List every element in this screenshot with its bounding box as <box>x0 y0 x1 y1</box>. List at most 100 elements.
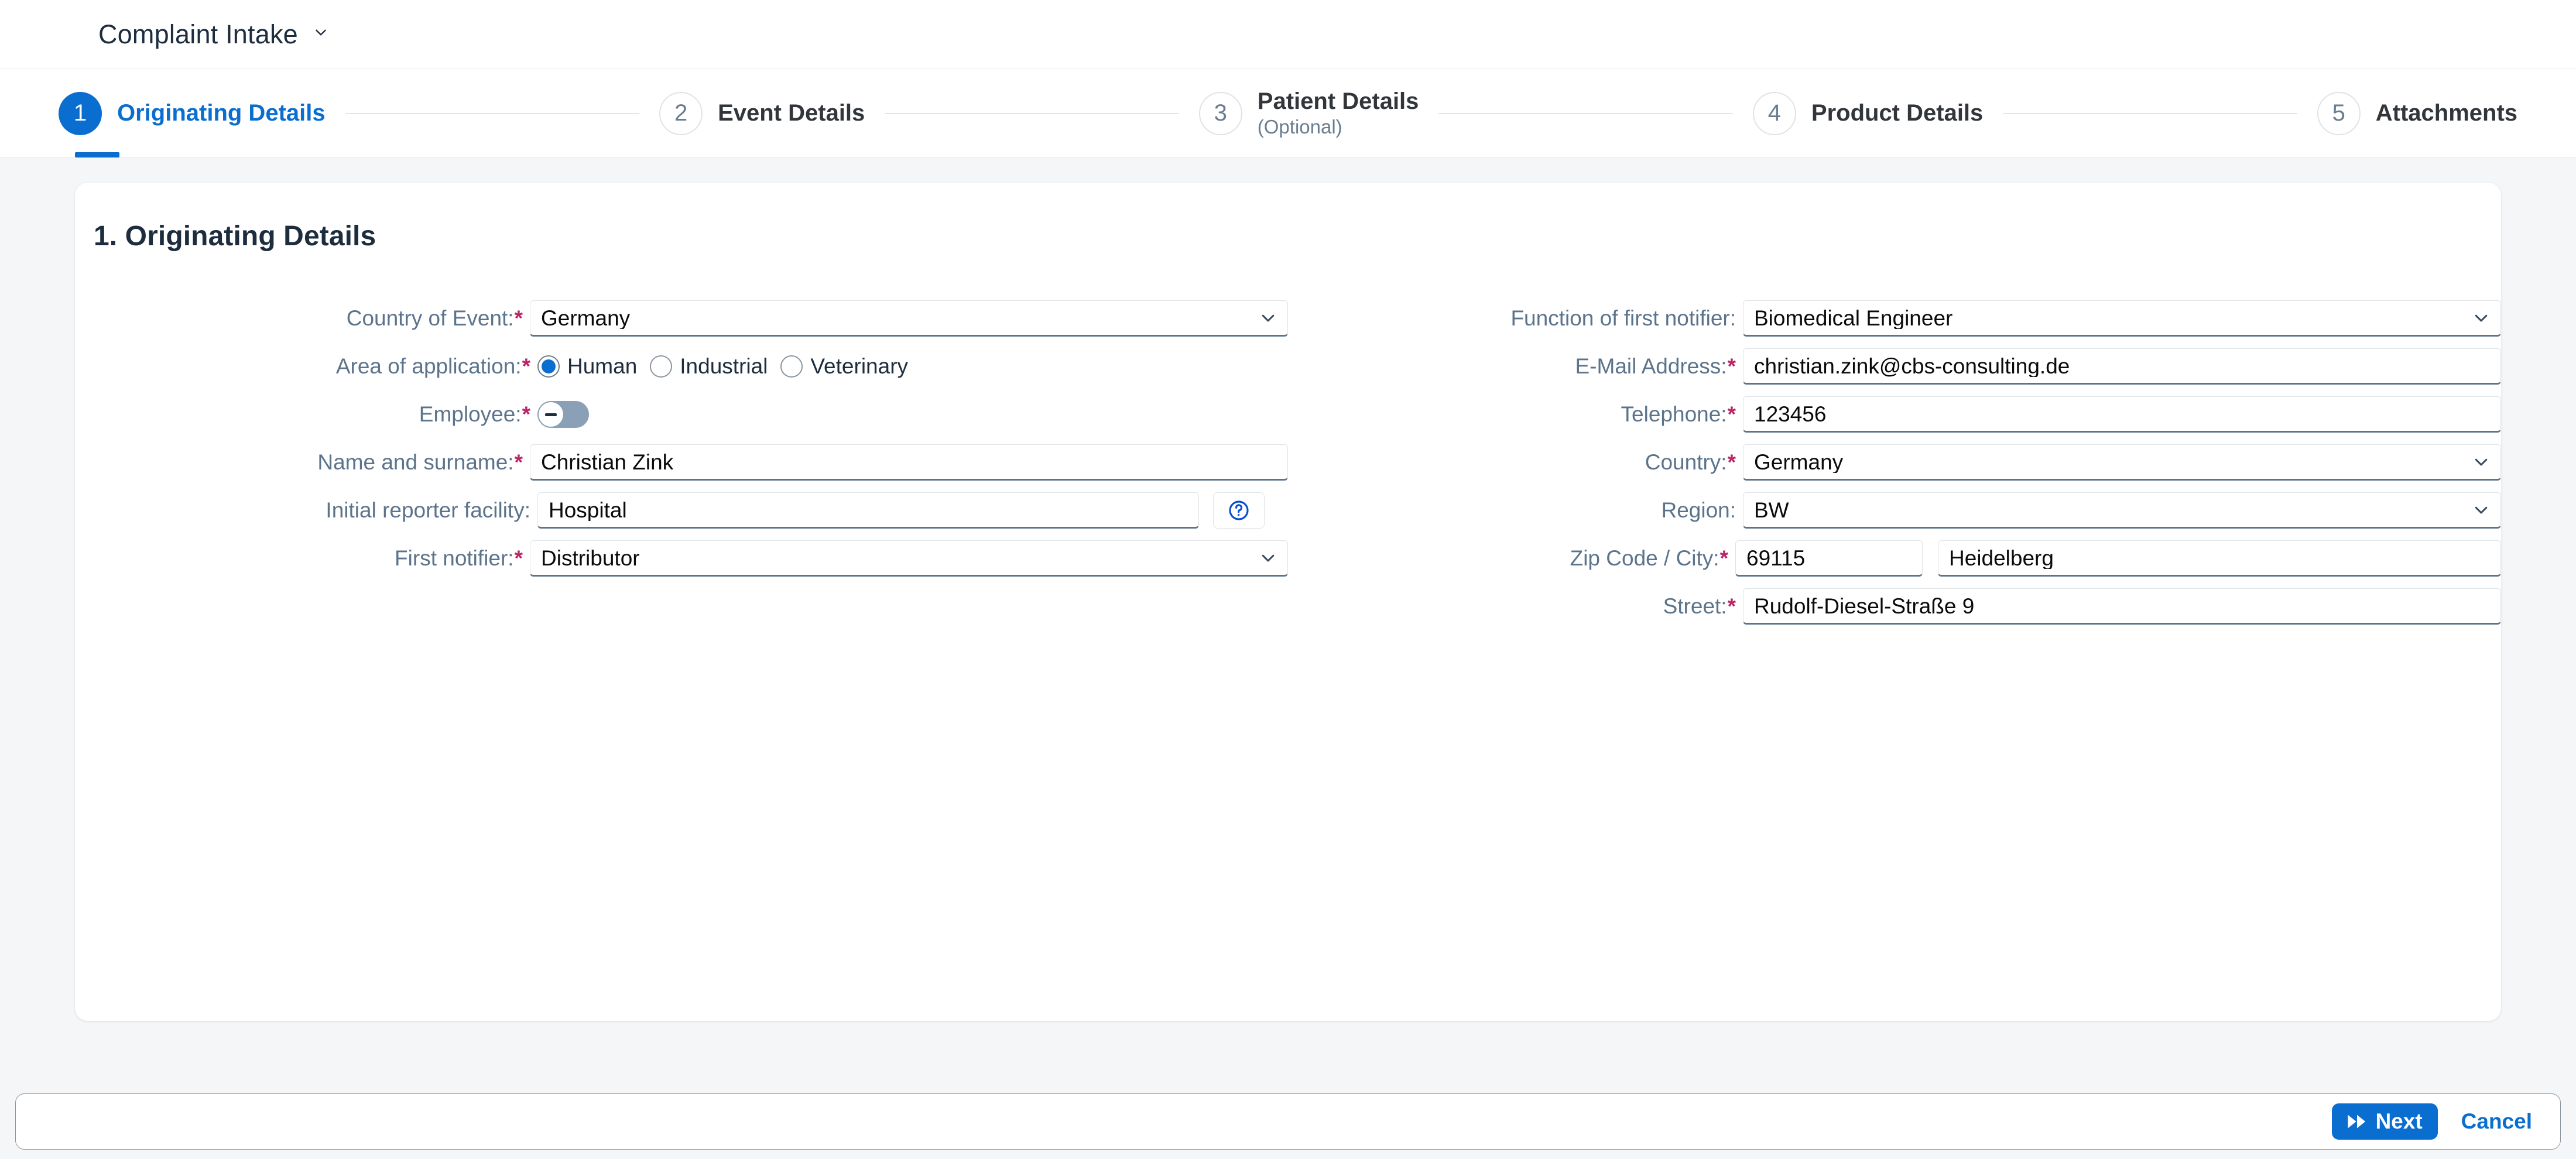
radio-industrial-label: Industrial <box>680 354 768 379</box>
wizard-step-5-number: 5 <box>2317 92 2361 135</box>
country-of-event-select[interactable]: Germany <box>530 300 1288 337</box>
function-of-first-notifier-select[interactable]: Biomedical Engineer <box>1743 300 2501 337</box>
country-select[interactable]: Germany <box>1743 444 2501 481</box>
radio-human-label: Human <box>567 354 637 379</box>
radio-human-dot <box>537 355 560 378</box>
field-row-initial-reporter-facility: Initial reporter facility: Hospital <box>75 486 1288 534</box>
field-row-area-of-application: Area of application:* Human Industrial <box>75 342 1288 390</box>
wizard-connector-1 <box>345 113 639 114</box>
wizard-step-1-number: 1 <box>59 92 102 135</box>
first-notifier-label: First notifier:* <box>75 546 530 571</box>
zip-code-value: 69115 <box>1746 547 1805 569</box>
next-button[interactable]: Next <box>2332 1103 2437 1140</box>
wizard-active-indicator <box>75 152 119 157</box>
wizard-step-5[interactable]: 5 Attachments <box>2317 69 2517 158</box>
wizard-footer-bar: Next Cancel <box>15 1093 2561 1150</box>
telephone-label: Telephone:* <box>1288 402 1743 427</box>
required-asterisk: * <box>1728 402 1736 426</box>
street-label: Street:* <box>1288 594 1743 619</box>
employee-toggle-switch[interactable] <box>537 401 589 428</box>
field-row-street: Street:* Rudolf-Diesel-Straße 9 <box>1288 582 2501 630</box>
required-asterisk: * <box>522 354 530 378</box>
country-of-event-value: Germany <box>541 307 630 329</box>
field-row-first-notifier: First notifier:* Distributor <box>75 534 1288 582</box>
radio-veterinary-label: Veterinary <box>810 354 908 379</box>
initial-reporter-facility-input[interactable]: Hospital <box>537 492 1199 529</box>
country-of-event-label: Country of Event:* <box>75 306 530 331</box>
required-asterisk: * <box>1728 450 1736 474</box>
region-select[interactable]: BW <box>1743 492 2501 529</box>
required-asterisk: * <box>1728 594 1736 618</box>
first-notifier-value: Distributor <box>541 547 640 569</box>
fast-forward-icon <box>2347 1113 2367 1130</box>
radio-veterinary-dot <box>780 355 803 378</box>
required-asterisk: * <box>522 402 530 426</box>
country-value: Germany <box>1754 451 1843 473</box>
chevron-down-icon[interactable] <box>1259 309 1277 327</box>
app-title-button[interactable]: Complaint Intake <box>98 19 328 50</box>
required-asterisk: * <box>515 450 523 474</box>
form-column-right: Function of first notifier: Biomedical E… <box>1288 294 2501 630</box>
wizard-step-2[interactable]: 2 Event Details <box>659 69 865 158</box>
zip-code-input[interactable]: 69115 <box>1735 540 1923 577</box>
wizard-connector-2 <box>885 113 1179 114</box>
chevron-down-icon[interactable] <box>1259 549 1277 567</box>
initial-reporter-facility-help-button[interactable] <box>1213 492 1265 529</box>
city-input[interactable]: Heidelberg <box>1938 540 2501 577</box>
function-of-first-notifier-value: Biomedical Engineer <box>1754 307 1952 329</box>
wizard-step-5-label: Attachments <box>2376 100 2517 126</box>
wizard-step-4[interactable]: 4 Product Details <box>1753 69 1983 158</box>
initial-reporter-facility-value: Hospital <box>549 499 627 521</box>
function-of-first-notifier-label: Function of first notifier: <box>1288 306 1743 331</box>
wizard-connector-4 <box>2003 113 2297 114</box>
field-row-country-of-event: Country of Event:* Germany <box>75 294 1288 342</box>
app-header: Complaint Intake <box>0 0 2576 69</box>
wizard-step-3[interactable]: 3 Patient Details (Optional) <box>1199 69 1419 158</box>
initial-reporter-facility-label: Initial reporter facility: <box>75 498 537 523</box>
content-area: 1. Originating Details Country of Event:… <box>0 158 2576 1021</box>
country-label: Country:* <box>1288 450 1743 475</box>
name-and-surname-value: Christian Zink <box>541 451 673 473</box>
first-notifier-select[interactable]: Distributor <box>530 540 1288 577</box>
chevron-down-icon[interactable] <box>2472 309 2490 327</box>
wizard-connector-3 <box>1438 113 1732 114</box>
section-heading: 1. Originating Details <box>94 220 2501 252</box>
radio-industrial[interactable]: Industrial <box>650 354 768 379</box>
area-of-application-label: Area of application:* <box>75 354 537 379</box>
wizard-progress-bar: 1 Originating Details 2 Event Details 3 … <box>0 69 2576 158</box>
chevron-down-icon[interactable] <box>2472 501 2490 519</box>
required-asterisk: * <box>1720 546 1728 570</box>
name-and-surname-input[interactable]: Christian Zink <box>530 444 1288 481</box>
field-row-region: Region: BW <box>1288 486 2501 534</box>
radio-human[interactable]: Human <box>537 354 637 379</box>
field-row-country: Country:* Germany <box>1288 438 2501 486</box>
employee-label: Employee:* <box>75 402 537 427</box>
telephone-input[interactable]: 123456 <box>1743 396 2501 433</box>
area-of-application-radio-group: Human Industrial Veterinary <box>537 348 921 385</box>
email-field[interactable]: christian.zink@cbs-consulting.de <box>1743 348 2501 385</box>
wizard-step-2-label: Event Details <box>718 100 865 126</box>
form-column-left: Country of Event:* Germany Area of appli <box>75 294 1288 630</box>
field-row-telephone: Telephone:* 123456 <box>1288 390 2501 438</box>
city-value: Heidelberg <box>1949 547 2054 569</box>
wizard-step-4-label: Product Details <box>1811 100 1983 126</box>
radio-industrial-dot <box>650 355 672 378</box>
field-row-function-of-first-notifier: Function of first notifier: Biomedical E… <box>1288 294 2501 342</box>
field-row-zip-city: Zip Code / City:* 69115 Heidelberg <box>1288 534 2501 582</box>
required-asterisk: * <box>515 306 523 330</box>
telephone-value: 123456 <box>1754 403 1826 425</box>
field-row-email-address: E-Mail Address:* christian.zink@cbs-cons… <box>1288 342 2501 390</box>
wizard-step-4-number: 4 <box>1753 92 1796 135</box>
cancel-button[interactable]: Cancel <box>2458 1109 2536 1134</box>
region-label: Region: <box>1288 498 1743 523</box>
wizard-step-1[interactable]: 1 Originating Details <box>59 69 326 158</box>
field-row-name-and-surname: Name and surname:* Christian Zink <box>75 438 1288 486</box>
chevron-down-icon[interactable] <box>313 25 328 40</box>
name-and-surname-label: Name and surname:* <box>75 450 530 475</box>
radio-veterinary[interactable]: Veterinary <box>780 354 908 379</box>
minus-icon <box>545 413 557 416</box>
street-input[interactable]: Rudolf-Diesel-Straße 9 <box>1743 588 2501 625</box>
wizard-step-2-number: 2 <box>659 92 703 135</box>
wizard-step-1-label: Originating Details <box>117 100 326 126</box>
chevron-down-icon[interactable] <box>2472 453 2490 471</box>
